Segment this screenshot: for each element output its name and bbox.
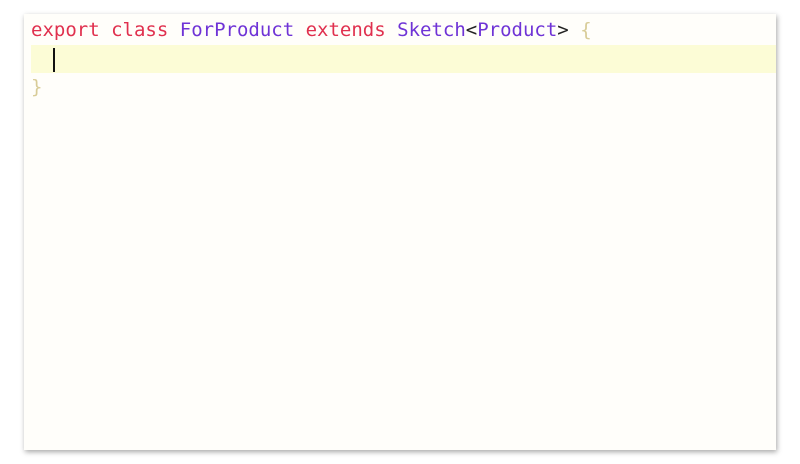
code-line-3[interactable]: } (24, 73, 776, 101)
open-brace: { (580, 19, 592, 41)
angle-close: > (557, 19, 569, 41)
base-class: Sketch (397, 19, 466, 41)
code-editor[interactable]: export class ForProduct extends Sketch<P… (24, 14, 776, 450)
type-argument: Product (477, 19, 558, 41)
code-line-2-current[interactable] (31, 45, 776, 73)
class-name: ForProduct (179, 19, 295, 41)
angle-open: < (465, 19, 478, 41)
keyword-extends: extends (305, 19, 386, 41)
close-brace: } (31, 76, 43, 98)
text-caret (53, 48, 55, 72)
keyword-export: export (31, 19, 100, 41)
keyword-class: class (111, 19, 169, 41)
code-line-1[interactable]: export class ForProduct extends Sketch<P… (24, 16, 776, 44)
